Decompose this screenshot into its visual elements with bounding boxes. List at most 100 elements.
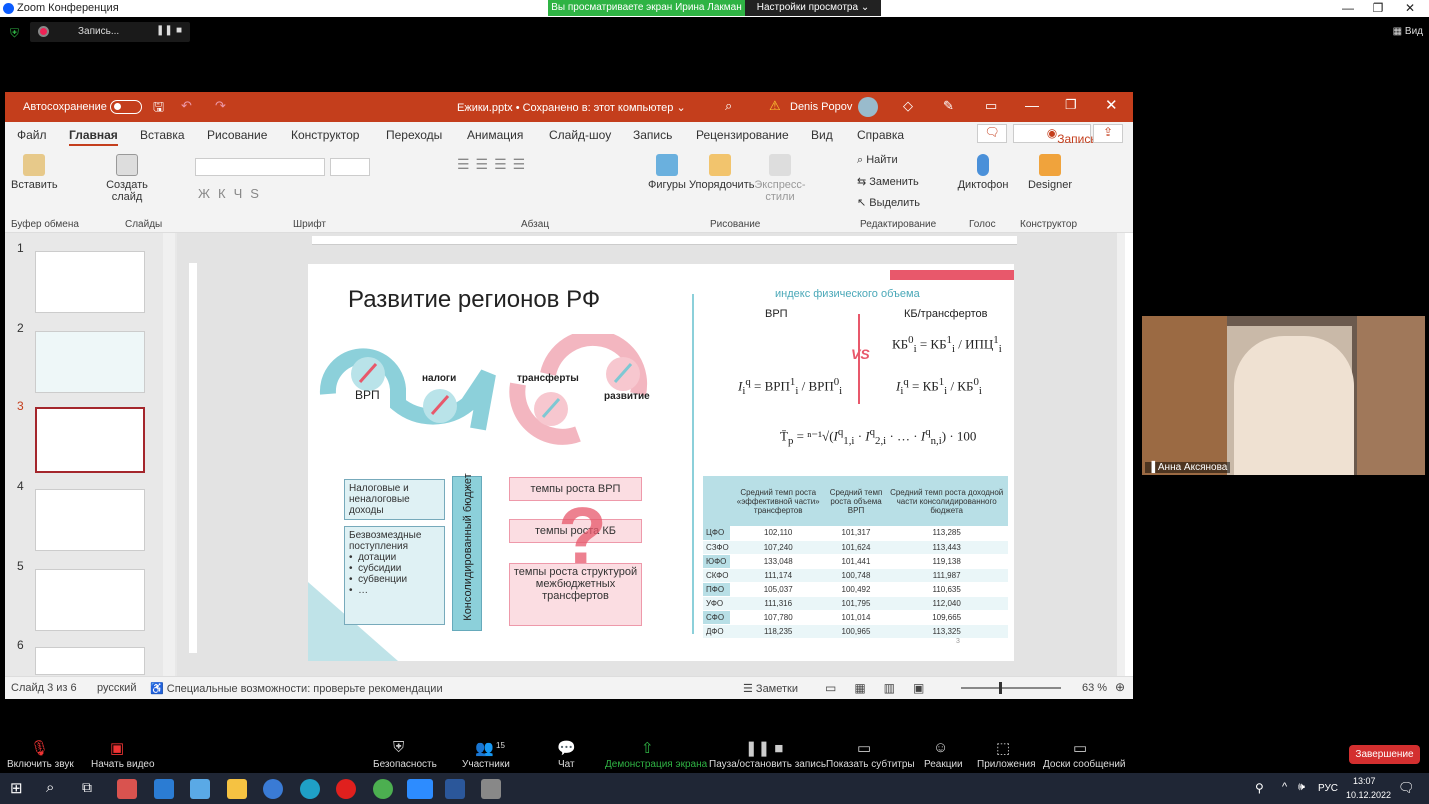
slide-thumbnail[interactable]	[35, 331, 145, 393]
accessibility-status[interactable]: ♿ Специальные возможности: проверьте рек…	[150, 682, 443, 695]
tab-transitions[interactable]: Переходы	[386, 128, 442, 142]
zoom-taskbar-icon[interactable]	[407, 779, 433, 799]
find-button[interactable]: ⌕ Найти	[857, 154, 898, 167]
file-explorer-icon[interactable]	[227, 779, 247, 799]
search-taskbar-icon[interactable]: ⌕	[46, 779, 54, 796]
tab-draw[interactable]: Рисование	[207, 128, 267, 142]
autosave-toggle[interactable]	[110, 100, 142, 114]
tab-design[interactable]: Конструктор	[291, 128, 359, 142]
tab-help[interactable]: Справка	[857, 128, 904, 142]
reactions-icon[interactable]: ☺	[933, 739, 948, 756]
tab-review[interactable]: Рецензирование	[696, 128, 789, 142]
share-screen-icon[interactable]: ⇧	[641, 739, 654, 757]
tab-home[interactable]: Главная	[69, 128, 118, 147]
paste-button[interactable]: Вставить	[11, 154, 58, 191]
apps-icon[interactable]: ⬚	[996, 739, 1010, 757]
security-label[interactable]: Безопасность	[373, 759, 437, 770]
chrome-icon[interactable]	[373, 779, 393, 799]
share-icon[interactable]: ⇪	[1093, 124, 1123, 143]
photos-icon[interactable]	[190, 779, 210, 799]
select-button[interactable]: ↖ Выделить	[857, 196, 920, 209]
notifications-icon[interactable]: 🗨	[1398, 780, 1415, 796]
participants-label[interactable]: Участники	[462, 759, 510, 770]
thumbnails-scrollbar[interactable]	[163, 233, 175, 676]
mic-muted-icon[interactable]: 🎙	[30, 739, 49, 757]
zoom-level[interactable]: 63 %	[1082, 682, 1107, 694]
captions-label[interactable]: Показать субтитры	[826, 759, 915, 770]
diamond-icon[interactable]: ◇	[903, 98, 913, 114]
paragraph-icons[interactable]: ☰☰☰☰	[457, 156, 531, 173]
ppt-close-icon[interactable]: ✕	[1105, 96, 1118, 114]
slide-thumbnail[interactable]	[35, 647, 145, 675]
pause-stop-recording-icon[interactable]: ❚❚ ■	[745, 739, 783, 757]
volume-icon[interactable]: 🕪	[1298, 781, 1305, 794]
tab-slideshow[interactable]: Слайд-шоу	[549, 128, 611, 142]
close-icon[interactable]: ✕	[1395, 0, 1425, 17]
security-icon[interactable]: ⛨	[393, 739, 404, 756]
fit-slide-icon[interactable]: ⊕	[1115, 680, 1125, 694]
view-button[interactable]: ▦ Вид	[1393, 26, 1423, 37]
search-icon[interactable]: ⌕	[725, 98, 732, 114]
ppt-minimize-icon[interactable]: —	[1025, 97, 1039, 113]
designer-button[interactable]: Designer	[1025, 154, 1075, 191]
participant-video[interactable]: ▐ Анна Аксянова	[1142, 316, 1425, 475]
replace-button[interactable]: ⇆ Заменить	[857, 175, 919, 188]
share-screen-label[interactable]: Демонстрация экрана	[605, 759, 707, 770]
tray-chevron-icon[interactable]: ^	[1282, 781, 1287, 793]
whiteboard-label[interactable]: Доски сообщений	[1043, 759, 1126, 770]
captions-icon[interactable]: ▭	[857, 739, 871, 757]
reactions-label[interactable]: Реакции	[924, 759, 963, 770]
maximize-icon[interactable]: ❐	[1363, 0, 1393, 17]
avatar[interactable]	[858, 97, 878, 117]
ribbon-display-icon[interactable]: ▭	[985, 98, 997, 114]
file-name[interactable]: Ежики.pptx • Сохранено в: этот компьютер…	[457, 101, 686, 114]
arrange-button[interactable]: Упорядочить	[689, 154, 754, 191]
font-format-icons[interactable]: ЖКЧS	[198, 186, 267, 201]
app-icon[interactable]	[481, 779, 501, 799]
apps-label[interactable]: Приложения	[977, 759, 1036, 770]
end-meeting-button[interactable]: Завершение	[1349, 745, 1420, 764]
opera-icon[interactable]	[336, 779, 356, 799]
shapes-button[interactable]: Фигуры	[645, 154, 689, 191]
save-icon[interactable]: 🖫	[153, 98, 164, 120]
slide-thumbnail[interactable]	[35, 251, 145, 313]
language-status[interactable]: русский	[97, 682, 136, 694]
pen-icon[interactable]: ✎	[943, 98, 954, 114]
chat-icon[interactable]: 💬	[557, 739, 576, 757]
tab-record[interactable]: Запись	[633, 128, 672, 142]
ppt-restore-icon[interactable]: ❐	[1065, 97, 1077, 113]
browser-icon[interactable]	[263, 779, 283, 799]
notes-button[interactable]: ☰ Заметки	[743, 682, 798, 695]
tab-file[interactable]: Файл	[17, 128, 47, 142]
windows-start-icon[interactable]: ⊞	[10, 779, 23, 797]
store-icon[interactable]	[117, 779, 137, 799]
pause-recording-label[interactable]: Пауза/остановить запись	[709, 759, 826, 770]
clock-time[interactable]: 13:07	[1353, 776, 1376, 786]
whiteboard-icon[interactable]: ▭	[1073, 739, 1087, 757]
pause-icon[interactable]: ❚❚	[156, 25, 173, 36]
start-video-label[interactable]: Начать видео	[91, 759, 155, 770]
mail-icon[interactable]	[154, 779, 174, 799]
slide-thumbnail[interactable]	[35, 489, 145, 551]
input-language[interactable]: РУС	[1318, 783, 1338, 794]
slide-thumbnail-selected[interactable]	[35, 407, 145, 473]
tab-view[interactable]: Вид	[811, 128, 833, 142]
people-icon[interactable]: ⚲	[1255, 781, 1264, 795]
word-icon[interactable]	[445, 779, 465, 799]
view-settings-button[interactable]: Настройки просмотра ⌄	[745, 0, 881, 16]
canvas-scrollbar[interactable]	[1117, 233, 1125, 676]
comments-icon[interactable]: 🗨	[977, 124, 1007, 143]
dictate-button[interactable]: Диктофон	[955, 154, 1011, 191]
clock-date[interactable]: 10.12.2022	[1346, 790, 1391, 800]
user-name[interactable]: Denis Popov	[790, 101, 852, 113]
tab-animation[interactable]: Анимация	[467, 128, 523, 142]
participants-icon[interactable]: 👥	[475, 739, 494, 757]
view-mode-icons[interactable]: ▭▦▥▣	[825, 681, 942, 695]
video-off-icon[interactable]: ▣	[110, 739, 124, 757]
zoom-slider[interactable]	[961, 682, 1061, 694]
undo-icon[interactable]: ↶	[181, 98, 192, 114]
tab-insert[interactable]: Вставка	[140, 128, 185, 142]
redo-icon[interactable]: ↷	[215, 98, 226, 114]
stop-icon[interactable]: ■	[176, 25, 182, 36]
unmute-label[interactable]: Включить звук	[7, 759, 74, 770]
